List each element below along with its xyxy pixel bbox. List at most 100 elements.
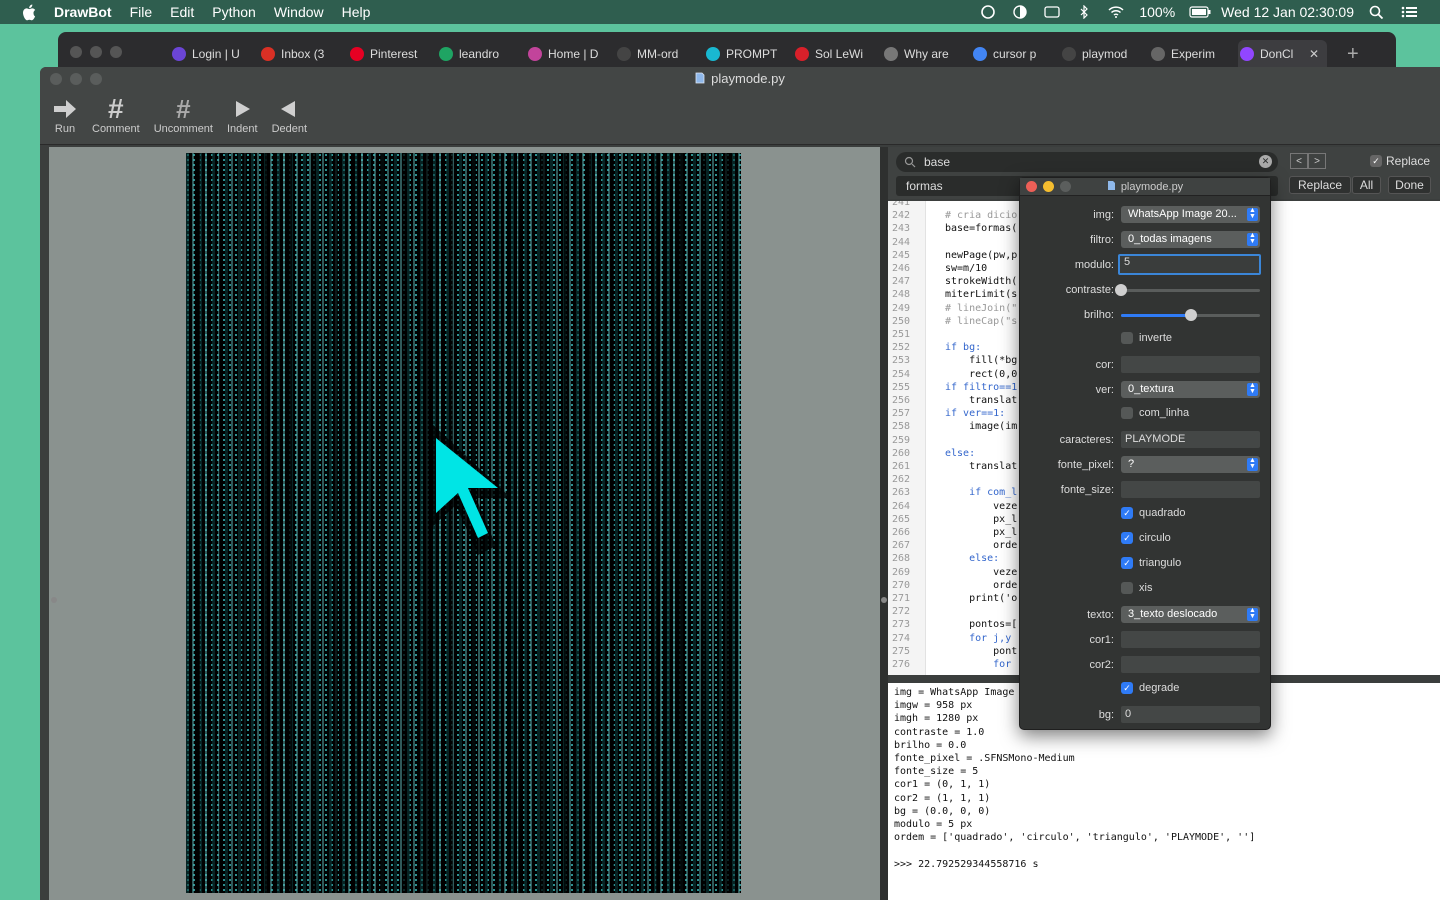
code-text: veze: [945, 566, 1018, 578]
browser-tab[interactable]: PROMPT: [704, 40, 793, 68]
clock[interactable]: Wed 12 Jan 02:30:09: [1221, 4, 1354, 20]
browser-tab[interactable]: Why are: [882, 40, 971, 68]
browser-tab[interactable]: Experim: [1149, 40, 1238, 68]
xis-label: xis: [1139, 582, 1153, 594]
inverte-checkbox[interactable]: inverte: [1121, 332, 1172, 344]
texto-value: 3_texto deslocado: [1128, 608, 1218, 620]
modulo-input[interactable]: 5: [1118, 254, 1261, 275]
output-line: imgw = 958 px: [894, 700, 973, 712]
line-number: 256: [892, 395, 911, 406]
find-previous-button[interactable]: <: [1290, 153, 1308, 169]
line-number: 275: [892, 645, 911, 657]
caracteres-input[interactable]: PLAYMODE: [1121, 431, 1260, 448]
contraste-slider[interactable]: [1115, 284, 1260, 296]
replace-checkbox[interactable]: ✓ Replace: [1370, 154, 1430, 168]
com-linha-box: [1121, 407, 1133, 419]
cor-input[interactable]: [1121, 356, 1260, 373]
left-split-handle[interactable]: [51, 597, 57, 603]
canvas-view[interactable]: [49, 147, 880, 900]
menu-edit[interactable]: Edit: [170, 4, 194, 20]
browser-tab[interactable]: Inbox (3: [259, 40, 348, 68]
bg-label: bg:: [1098, 709, 1114, 721]
texto-select[interactable]: 3_texto deslocado ▲ ▼: [1121, 606, 1260, 623]
caracteres-row: caracteres: PLAYMODE: [1020, 431, 1272, 451]
panel-traffic-lights: [1026, 181, 1071, 192]
ver-row: ver: 0_textura ▲ ▼: [1020, 381, 1272, 401]
tab-close-icon[interactable]: ✕: [1309, 47, 1319, 61]
bg-input[interactable]: 0: [1121, 706, 1260, 723]
done-button[interactable]: Done: [1388, 176, 1431, 194]
output-line: img = WhatsApp Image: [894, 687, 1015, 698]
browser-tab[interactable]: Sol LeWi: [793, 40, 882, 68]
circulo-checkbox[interactable]: ✓ circulo: [1121, 532, 1171, 544]
browser-tab[interactable]: Login | U: [170, 40, 259, 68]
line-number: 260: [892, 447, 911, 459]
panel-title: playmode.py: [1120, 181, 1184, 193]
new-tab-button[interactable]: +: [1347, 40, 1359, 68]
apple-icon[interactable]: [20, 3, 38, 21]
output-line: modulo = 5 px: [894, 819, 973, 830]
img-select[interactable]: WhatsApp Image 20... ▲ ▼: [1121, 206, 1260, 223]
com-linha-checkbox[interactable]: com_linha: [1121, 407, 1189, 419]
degrade-checkbox[interactable]: ✓ degrade: [1121, 682, 1179, 694]
bluetooth-icon[interactable]: [1075, 4, 1093, 20]
browser-tab[interactable]: leandro: [437, 40, 526, 68]
vertical-split-divider[interactable]: [880, 147, 888, 900]
fonte-pixel-select[interactable]: ? ▲ ▼: [1121, 456, 1260, 473]
triangulo-checkbox[interactable]: ✓ triangulo: [1121, 557, 1181, 569]
line-number: 262: [892, 474, 911, 486]
notification-center-icon[interactable]: [1400, 5, 1418, 19]
battery-icon[interactable]: [1189, 5, 1211, 19]
browser-tab[interactable]: playmod: [1060, 40, 1149, 68]
fonte-size-input[interactable]: [1121, 481, 1260, 498]
find-field[interactable]: base ✕: [896, 152, 1278, 172]
xis-checkbox[interactable]: xis: [1121, 582, 1152, 594]
cor2-input[interactable]: [1121, 656, 1260, 673]
brilho-slider[interactable]: [1121, 309, 1260, 321]
menu-file[interactable]: File: [130, 4, 153, 20]
menu-app-name[interactable]: DrawBot: [54, 4, 112, 20]
browser-tab[interactable]: MM-ord: [615, 40, 704, 68]
keyboard-icon[interactable]: [1043, 5, 1061, 19]
ver-select[interactable]: 0_textura ▲ ▼: [1121, 381, 1260, 398]
cor1-input[interactable]: [1121, 631, 1260, 648]
uncomment-label: Uncomment: [153, 123, 213, 135]
indent-button[interactable]: Indent: [227, 95, 258, 135]
browser-tab[interactable]: cursor p: [971, 40, 1060, 68]
creative-cloud-icon[interactable]: [979, 5, 997, 19]
menu-python[interactable]: Python: [212, 4, 256, 20]
browser-tab[interactable]: Pinterest: [348, 40, 437, 68]
find-next-button[interactable]: >: [1308, 153, 1326, 169]
uncomment-button[interactable]: # Uncomment: [153, 94, 213, 136]
menu-help[interactable]: Help: [342, 4, 371, 20]
tab-label: leandro: [459, 47, 500, 61]
panel-close-button[interactable]: [1026, 181, 1037, 192]
quadrado-label: quadrado: [1139, 507, 1186, 519]
brilho-knob[interactable]: [1184, 309, 1197, 321]
spotlight-search-icon[interactable]: [1368, 5, 1386, 20]
replace-text: formas: [906, 179, 943, 193]
replace-button[interactable]: Replace: [1289, 176, 1351, 194]
clear-search-icon[interactable]: ✕: [1259, 155, 1272, 168]
panel-minimize-button[interactable]: [1043, 181, 1054, 192]
quadrado-checkbox[interactable]: ✓ quadrado: [1121, 507, 1186, 519]
wifi-icon[interactable]: [1107, 5, 1125, 19]
line-number: 267: [892, 540, 911, 552]
cor-row: cor:: [1020, 356, 1272, 376]
panel-zoom-button[interactable]: [1060, 181, 1071, 192]
menu-window[interactable]: Window: [274, 4, 324, 20]
browser-tab[interactable]: DonCl ✕: [1238, 40, 1327, 68]
replace-all-button[interactable]: All: [1352, 176, 1381, 194]
triangulo-row: ✓ triangulo: [1020, 556, 1272, 576]
dark-mode-icon[interactable]: [1011, 5, 1029, 19]
comment-button[interactable]: # Comment: [92, 93, 140, 135]
dedent-button[interactable]: Dedent: [272, 95, 307, 135]
tab-label: cursor p: [993, 47, 1037, 61]
line-number: 274: [892, 632, 911, 644]
run-button[interactable]: Run: [52, 95, 78, 135]
contraste-knob[interactable]: [1115, 284, 1127, 296]
browser-tab[interactable]: Home | D: [526, 40, 615, 68]
code-text: base=formas(: [945, 223, 1018, 235]
filtro-select[interactable]: 0_todas imagens ▲ ▼: [1121, 231, 1260, 248]
line-number: 271: [892, 593, 911, 604]
